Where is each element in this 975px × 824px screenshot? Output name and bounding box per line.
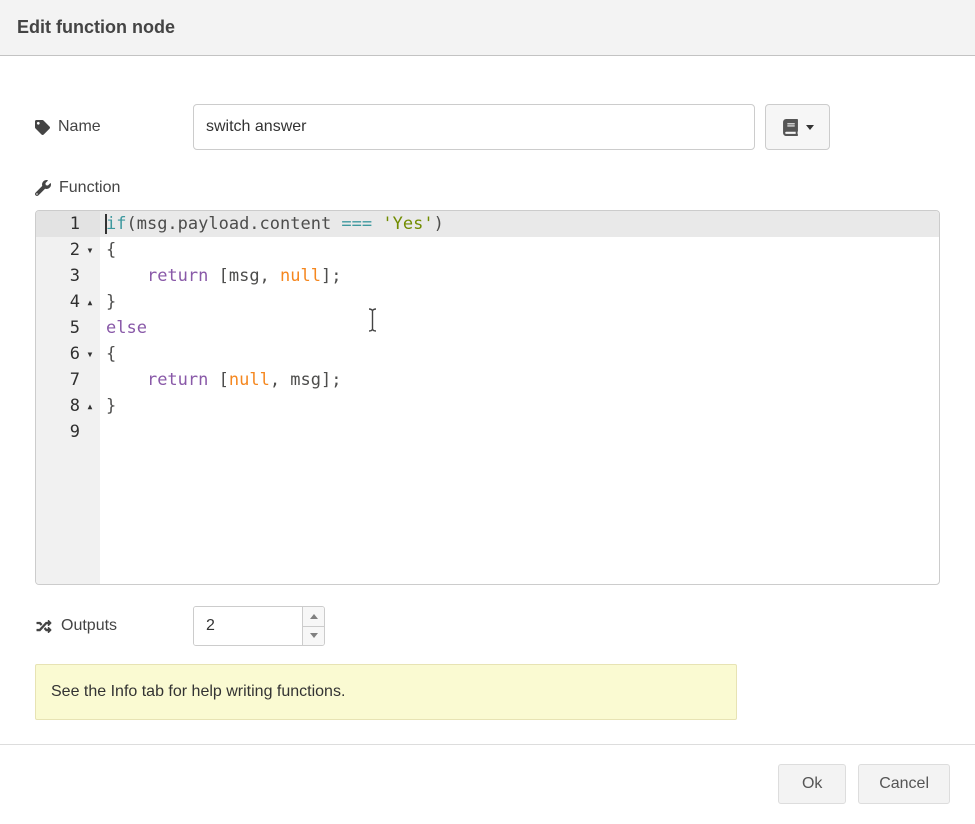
line-number: 1 [70,211,80,237]
spinner-up-button[interactable] [303,607,324,626]
fold-close-icon[interactable]: ▴ [80,393,100,419]
code-line[interactable]: else [100,315,939,341]
name-label: Name [58,118,101,136]
info-tip: See the Info tab for help writing functi… [35,664,737,720]
outputs-input[interactable] [194,607,302,645]
book-icon [782,119,799,136]
code-token: { [106,344,116,364]
gutter-line: 6▾ [36,341,100,367]
line-number: 5 [70,315,80,341]
code-token: ]; [321,266,341,286]
code-token: if [106,214,126,234]
spinner-down-button[interactable] [303,626,324,646]
fold-open-icon[interactable]: ▾ [80,237,100,263]
code-token: (msg.payload.content [126,214,341,234]
code-line[interactable]: return [null, msg]; [100,367,939,393]
code-token: null [229,370,270,390]
gutter-line: 3 [36,263,100,289]
line-number: 7 [70,367,80,393]
code-token: { [106,240,116,260]
code-token [372,214,382,234]
dialog-body: Name Function 12▾34▴56▾78▴9 if(msg.paylo… [0,104,975,720]
code-token: } [106,292,116,312]
code-line[interactable]: if(msg.payload.content === 'Yes') [100,211,939,237]
editor-gutter: 12▾34▴56▾78▴9 [36,211,100,584]
ok-button[interactable]: Ok [778,764,846,804]
code-token: ) [434,214,444,234]
gutter-line: 1 [36,211,100,237]
function-label: Function [59,179,120,197]
line-number: 4 [70,289,80,315]
editor-code-area[interactable]: if(msg.payload.content === 'Yes') { retur… [100,211,939,584]
text-caret [105,214,107,234]
outputs-label-group: Outputs [35,617,193,635]
code-line[interactable]: } [100,393,939,419]
outputs-field-row: Outputs [35,606,940,646]
name-input[interactable] [193,104,755,150]
code-token: 'Yes' [382,214,433,234]
code-token [106,370,147,390]
info-tip-text: See the Info tab for help writing functi… [51,683,345,701]
code-line[interactable] [100,419,939,445]
code-line[interactable]: { [100,341,939,367]
fold-open-icon[interactable]: ▾ [80,341,100,367]
shuffle-icon [35,619,53,634]
code-token: return [147,266,208,286]
spinner-buttons [302,607,324,645]
code-editor[interactable]: 12▾34▴56▾78▴9 if(msg.payload.content ===… [35,210,940,585]
outputs-label: Outputs [61,617,117,635]
gutter-line: 8▴ [36,393,100,419]
code-token [106,266,147,286]
code-token: === [341,214,372,234]
dialog-footer: Ok Cancel [0,745,975,804]
line-number: 6 [70,341,80,367]
code-token: return [147,370,208,390]
triangle-up-icon [310,614,318,619]
code-token: null [280,266,321,286]
wrench-icon [35,180,51,196]
name-label-group: Name [35,118,193,136]
code-line[interactable]: } [100,289,939,315]
code-token: } [106,396,116,416]
gutter-line: 4▴ [36,289,100,315]
code-line[interactable]: { [100,237,939,263]
code-token: [msg, [208,266,280,286]
code-token: else [106,318,147,338]
line-number: 3 [70,263,80,289]
code-line[interactable]: return [msg, null]; [100,263,939,289]
dialog-title: Edit function node [17,17,175,38]
gutter-line: 9 [36,419,100,445]
caret-down-icon [806,125,814,130]
cancel-button[interactable]: Cancel [858,764,950,804]
fold-close-icon[interactable]: ▴ [80,289,100,315]
gutter-line: 7 [36,367,100,393]
library-button[interactable] [765,104,830,150]
code-token: [ [208,370,228,390]
line-number: 2 [70,237,80,263]
tag-icon [35,120,50,135]
edit-function-node-dialog: Edit function node Name Function [0,0,975,824]
triangle-down-icon [310,633,318,638]
gutter-line: 2▾ [36,237,100,263]
name-field-row: Name [35,104,940,150]
line-number: 9 [70,419,80,445]
dialog-header: Edit function node [0,0,975,56]
function-label-row: Function [35,178,940,198]
code-token: , msg]; [270,370,342,390]
line-number: 8 [70,393,80,419]
outputs-spinner [193,606,325,646]
gutter-line: 5 [36,315,100,341]
